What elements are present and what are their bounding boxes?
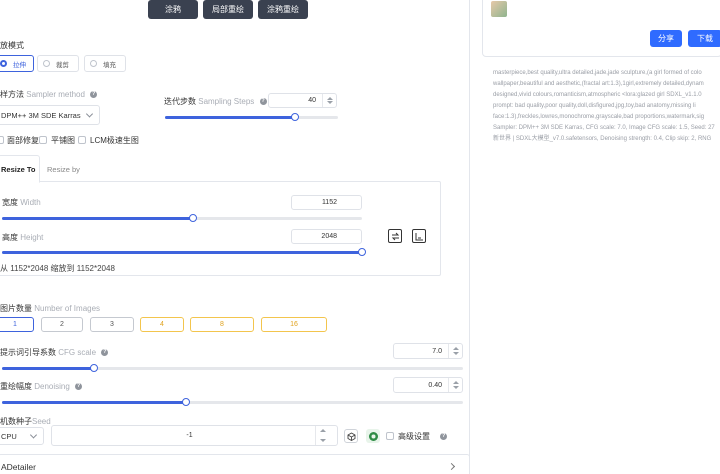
tiling-label: 平铺图 [51, 136, 75, 145]
sampler-select[interactable]: DPM++ 3M SDE Karras [0, 105, 100, 125]
stepper-icon[interactable] [315, 426, 337, 445]
radio-icon [90, 60, 97, 67]
count-option-2[interactable]: 2 [41, 317, 83, 332]
thumbnail-image[interactable] [491, 1, 507, 17]
sketch-button[interactable]: 涂鸦 [148, 0, 198, 19]
ratio-icon [415, 232, 423, 240]
steps-label: 迭代步数 Sampling Steps ? [164, 97, 267, 106]
share-button[interactable]: 分享 [650, 30, 682, 47]
seed-label: 机数种子Seed [0, 417, 51, 426]
generation-info: masterpiece,best quality,ultra detailed,… [493, 68, 720, 148]
denoise-slider[interactable] [2, 398, 463, 406]
resize-panel [0, 181, 441, 276]
seed-device-select[interactable]: CPU [0, 427, 44, 445]
info-icon: ? [101, 349, 109, 357]
info-icon: ? [440, 433, 448, 441]
height-slider[interactable] [2, 248, 366, 256]
count-option-8[interactable]: 8 [190, 317, 254, 332]
cfg-input[interactable]: 7.0 [393, 343, 463, 359]
stepper-icon[interactable] [322, 94, 336, 107]
stepper-icon[interactable] [448, 378, 462, 392]
steps-slider[interactable] [165, 113, 338, 121]
adetailer-section[interactable]: ADetailer [0, 454, 470, 474]
meta-line: Sampler: DPM++ 3M SDE Karras, CFG scale:… [493, 125, 715, 131]
count-option-16[interactable]: 16 [261, 317, 327, 332]
width-input[interactable]: 1152 [291, 195, 362, 210]
height-label: 高度 Height [2, 233, 44, 242]
advanced-checkbox[interactable] [386, 432, 394, 440]
tab-resize-by[interactable]: Resize by [47, 165, 80, 174]
denoise-input[interactable]: 0.40 [393, 377, 463, 393]
lcm-label: LCM极速生图 [90, 136, 139, 145]
chevron-down-icon [29, 431, 38, 439]
count-option-4[interactable]: 4 [140, 317, 184, 332]
resize-mode-label: 放模式 [0, 41, 24, 50]
height-input[interactable]: 2048 [291, 229, 362, 244]
dice-icon [347, 431, 355, 441]
width-slider[interactable] [2, 214, 362, 222]
meta-line: 新世界 | SDXL大模型_v7.0.safetensors, Denoisin… [493, 136, 712, 142]
chevron-down-icon [85, 110, 94, 118]
meta-line: face:1.3),freckles,lowres,monochrome,gra… [493, 114, 705, 120]
slider-handle[interactable] [188, 214, 197, 222]
face-restore-checkbox[interactable] [0, 136, 4, 144]
lcm-checkbox[interactable] [78, 136, 86, 144]
width-label: 宽度 Width [2, 198, 41, 207]
result-card: 分享 下载 [482, 0, 720, 57]
meta-line: wallpaper,beautiful and aesthetic,(fract… [493, 81, 704, 87]
denoise-label: 重绘幅度 Denoising ? [0, 382, 83, 391]
advanced-label: 高级设置 ? [398, 432, 448, 441]
radio-icon [43, 60, 50, 67]
seed-input[interactable]: -1 [51, 425, 338, 446]
steps-input[interactable]: 40 [268, 93, 337, 108]
meta-line: prompt: bad quality,poor quality,doll,di… [493, 103, 696, 109]
slider-handle[interactable] [358, 248, 366, 256]
meta-line: masterpiece,best quality,ultra detailed,… [493, 70, 702, 76]
mode-option-fill[interactable]: 填充 [84, 55, 126, 72]
cfg-label: 提示词引导系数 CFG scale ? [0, 348, 109, 357]
stepper-icon[interactable] [448, 344, 462, 358]
chevron-right-icon [447, 462, 456, 471]
adetailer-title: ADetailer [1, 462, 36, 472]
swap-dimensions-button[interactable] [388, 229, 402, 243]
image-count-label: 图片数量 Number of Images [0, 304, 101, 313]
count-option-1[interactable]: 1 [0, 317, 34, 332]
inpaint-button[interactable]: 局部重绘 [203, 0, 253, 19]
scale-note: 从 1152*2048 缩放到 1152*2048 [0, 264, 115, 273]
info-icon: ? [90, 91, 98, 99]
dice-button[interactable] [344, 429, 358, 443]
radio-icon [0, 60, 7, 67]
recycle-seed-button[interactable] [366, 429, 380, 443]
count-option-3[interactable]: 3 [90, 317, 134, 332]
mode-option-stretch[interactable]: 拉伸 [0, 55, 34, 72]
mode-option-crop[interactable]: 裁剪 [37, 55, 79, 72]
recycle-icon [368, 431, 378, 441]
ratio-button[interactable] [412, 229, 426, 243]
info-icon: ? [259, 98, 267, 106]
face-restore-label: 面部修复 [7, 136, 39, 145]
cfg-slider[interactable] [2, 364, 463, 372]
slider-handle[interactable] [290, 113, 299, 121]
download-button[interactable]: 下载 [688, 30, 720, 47]
inpaint-sketch-button[interactable]: 涂鸦重绘 [258, 0, 308, 19]
tiling-checkbox[interactable] [39, 136, 47, 144]
swap-icon [391, 232, 399, 240]
info-icon: ? [75, 383, 83, 391]
sampler-label: 样方法 Sampler method ? [0, 90, 98, 99]
tab-resize-to[interactable]: Resize To [0, 155, 40, 183]
meta-line: designed,vivid colours,romanticism,atmos… [493, 92, 702, 98]
